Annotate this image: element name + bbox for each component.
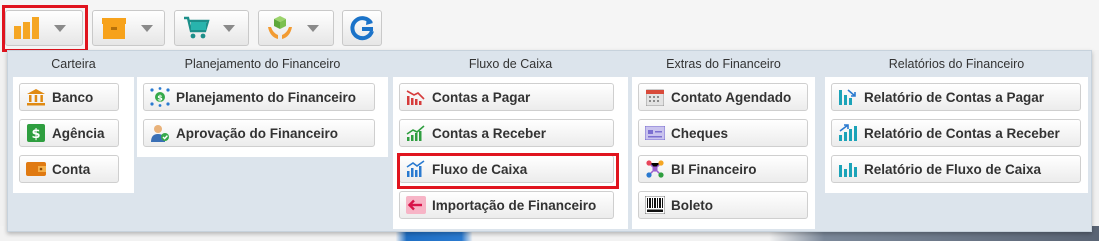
section-title-extras: Extras do Financeiro — [666, 57, 781, 71]
network-money-icon: $ — [150, 87, 170, 107]
section-carteira: Carteira Banco $ Agência Conta — [13, 51, 134, 233]
menu-item-label: Contas a Pagar — [432, 89, 531, 105]
section-body-carteira: Banco $ Agência Conta — [13, 77, 134, 193]
hands-box-icon — [265, 13, 295, 43]
menu-item-fluxo-de-caixa[interactable]: Fluxo de Caixa — [399, 155, 614, 183]
chart-up-icon — [406, 123, 426, 143]
menu-item-label: Agência — [52, 125, 105, 141]
menu-item-label: Aprovação do Financeiro — [176, 125, 339, 141]
section-relatorios-do-financeiro: Relatórios do Financeiro Relatório de Co… — [825, 51, 1088, 233]
menu-item-conta[interactable]: Conta — [19, 155, 119, 183]
section-body-fluxo-de-caixa: Contas a Pagar Contas a Receber Fluxo de… — [393, 77, 628, 229]
section-fluxo-de-caixa: Fluxo de Caixa Contas a Pagar Contas a R… — [393, 51, 628, 233]
report-up-icon — [838, 123, 858, 143]
menu-item-label: Conta — [52, 161, 91, 177]
menu-item-contas-a-receber[interactable]: Contas a Receber — [399, 119, 614, 147]
section-body-relatorios: Relatório de Contas a Pagar Relatório de… — [825, 77, 1088, 193]
section-title-relatorios: Relatórios do Financeiro — [888, 57, 1025, 71]
box-icon — [99, 13, 129, 43]
menu-item-label: Contato Agendado — [671, 89, 792, 105]
dollar-icon: $ — [26, 123, 46, 143]
menu-item-label: Banco — [52, 89, 94, 105]
chevron-down-icon — [223, 24, 235, 32]
section-body-planejamento: $ Planejamento do Financeiro Aprovação d… — [137, 77, 388, 157]
chevron-down-icon — [307, 24, 319, 32]
menu-item-cheques[interactable]: Cheques — [638, 119, 808, 147]
financeiro-menu-button[interactable] — [5, 10, 83, 46]
menu-item-planejamento-do-financeiro[interactable]: $ Planejamento do Financeiro — [143, 83, 375, 111]
calendar-icon — [645, 87, 665, 107]
menu-item-label: BI Financeiro — [671, 161, 757, 177]
logistica-menu-button[interactable] — [258, 10, 334, 46]
cash-flow-chart-icon — [406, 159, 426, 179]
barcode-icon — [645, 195, 665, 215]
refresh-button[interactable] — [342, 10, 382, 46]
bank-icon — [26, 87, 46, 107]
menu-item-importacao-de-financeiro[interactable]: Importação de Financeiro — [399, 191, 614, 219]
wallet-icon — [26, 159, 46, 179]
section-title-planejamento: Planejamento do Financeiro — [184, 57, 341, 71]
menu-item-relatorio-de-contas-a-receber[interactable]: Relatório de Contas a Receber — [831, 119, 1081, 147]
menu-item-label: Relatório de Contas a Pagar — [864, 89, 1045, 105]
chevron-down-icon — [54, 24, 66, 32]
section-title-carteira: Carteira — [51, 57, 96, 71]
svg-text:$: $ — [157, 94, 163, 103]
user-approval-icon — [150, 123, 170, 143]
menu-item-label: Importação de Financeiro — [432, 197, 597, 213]
section-planejamento: Planejamento do Financeiro $ Planejament… — [137, 51, 388, 233]
report-chart-icon — [838, 159, 858, 179]
financeiro-dropdown-menu: Carteira Banco $ Agência Conta Planejame… — [7, 50, 1092, 232]
chevron-down-icon — [141, 24, 153, 32]
menu-item-contas-a-pagar[interactable]: Contas a Pagar — [399, 83, 614, 111]
menu-item-relatorio-de-fluxo-de-caixa[interactable]: Relatório de Fluxo de Caixa — [831, 155, 1081, 183]
import-arrow-icon — [406, 195, 426, 215]
menu-item-relatorio-de-contas-a-pagar[interactable]: Relatório de Contas a Pagar — [831, 83, 1081, 111]
top-toolbar — [0, 0, 1099, 52]
menu-item-contato-agendado[interactable]: Contato Agendado — [638, 83, 808, 111]
menu-item-label: Relatório de Contas a Receber — [864, 125, 1060, 141]
estoque-menu-button[interactable] — [92, 10, 165, 46]
report-down-icon — [838, 87, 858, 107]
menu-item-agencia[interactable]: $ Agência — [19, 119, 119, 147]
menu-item-label: Relatório de Fluxo de Caixa — [864, 161, 1042, 177]
menu-item-label: Planejamento do Financeiro — [176, 89, 357, 105]
chart-down-icon — [406, 87, 426, 107]
menu-item-bi-financeiro[interactable]: BI Financeiro — [638, 155, 808, 183]
refresh-icon — [347, 13, 377, 43]
svg-text:$: $ — [31, 127, 40, 142]
menu-item-label: Cheques — [671, 125, 729, 141]
molecule-icon — [645, 159, 665, 179]
section-title-fluxo-de-caixa: Fluxo de Caixa — [468, 57, 553, 71]
vendas-menu-button[interactable] — [174, 10, 249, 46]
section-body-extras: Contato Agendado Cheques BI Financeiro B… — [632, 77, 815, 229]
menu-item-label: Fluxo de Caixa — [432, 161, 528, 177]
menu-item-label: Boleto — [671, 197, 713, 213]
section-extras-do-financeiro: Extras do Financeiro Contato Agendado Ch… — [632, 51, 815, 233]
cheque-icon — [645, 123, 665, 143]
menu-item-banco[interactable]: Banco — [19, 83, 119, 111]
shopping-cart-icon — [181, 13, 211, 43]
menu-item-aprovacao-do-financeiro[interactable]: Aprovação do Financeiro — [143, 119, 375, 147]
bar-chart-icon — [12, 13, 42, 43]
menu-item-boleto[interactable]: Boleto — [638, 191, 808, 219]
menu-item-label: Contas a Receber — [432, 125, 547, 141]
